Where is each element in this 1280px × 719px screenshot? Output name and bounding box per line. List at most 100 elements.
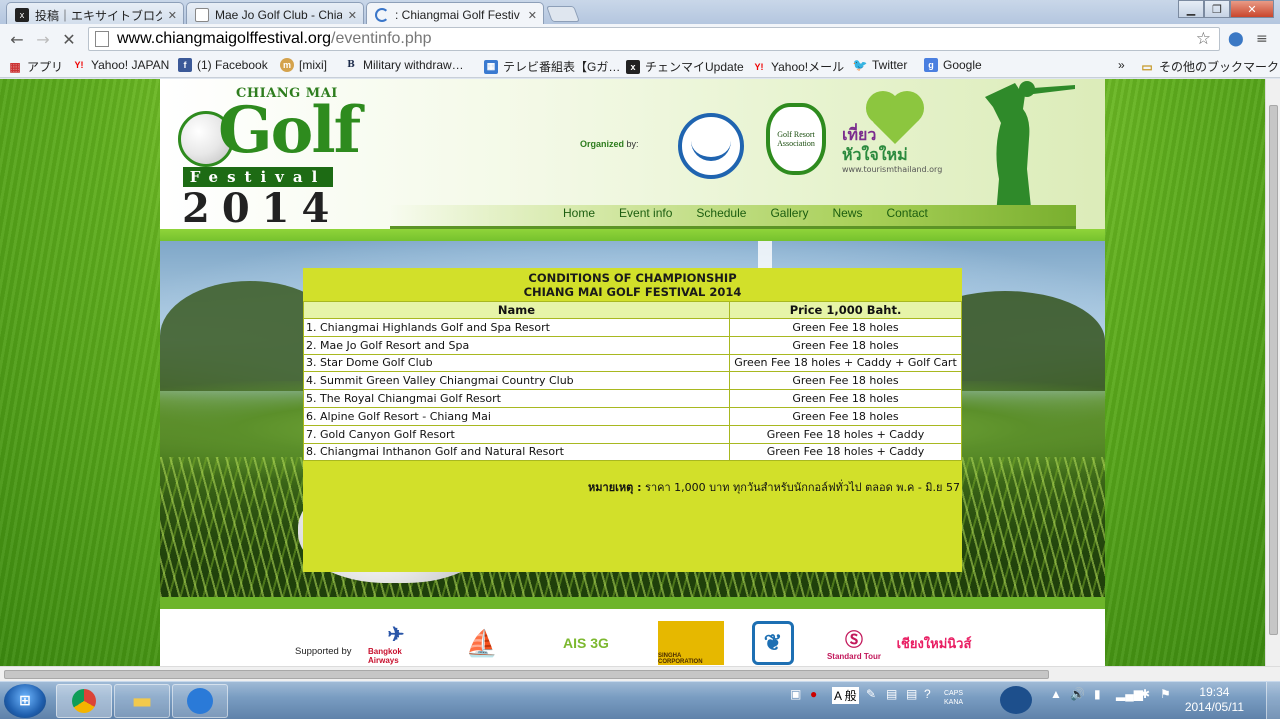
close-window-button[interactable]: ✕ — [1230, 0, 1274, 18]
sponsor-name: เชียงใหม่นิวส์ — [896, 635, 972, 651]
tab-mae-jo[interactable]: Mae Jo Golf Club - Chiang ✕ — [186, 2, 364, 24]
title-line: CHIANG MAI GOLF FESTIVAL 2014 — [523, 285, 742, 299]
tray-box-icon[interactable]: ▤ — [906, 687, 917, 701]
tray-arrow-icon[interactable]: ▲ — [1050, 687, 1062, 701]
horizontal-scrollbar[interactable] — [0, 666, 1280, 681]
loading-icon — [375, 8, 389, 22]
folder-icon: ▭ — [1141, 59, 1153, 74]
course-name: 7. Gold Canyon Golf Resort — [303, 424, 730, 444]
golf-resort-association-logo: Golf Resort Association — [766, 103, 826, 175]
sponsor-bangchak[interactable]: ❦ — [752, 621, 794, 665]
tray-ime-icon[interactable]: ▣ — [790, 687, 801, 701]
tab-excite-blog[interactable]: x 投稿｜エキサイトブログ ✕ — [6, 2, 184, 24]
ime-mode[interactable]: A 般 — [832, 687, 859, 704]
bookmark-label: その他のブックマーク — [1159, 60, 1280, 74]
new-tab-button[interactable] — [546, 6, 580, 22]
taskbar-app[interactable] — [172, 684, 228, 718]
caps-label: CAPS — [944, 690, 964, 697]
help-icon[interactable]: ? — [924, 687, 931, 701]
sponsor-ship[interactable]: ⛵ — [450, 621, 514, 665]
table-row: 2. Mae Jo Golf Resort and Spa Green Fee 1… — [303, 335, 962, 355]
course-price: Green Fee 18 holes + Caddy + Golf Cart — [729, 353, 962, 373]
bookmarks-overflow-icon[interactable]: » — [1118, 58, 1125, 72]
stop-icon[interactable]: ✕ — [58, 29, 80, 49]
bookmark-other[interactable]: ▭ その他のブックマーク — [1140, 58, 1279, 75]
minimize-button[interactable]: ▁ — [1178, 0, 1204, 18]
taskbar-chrome[interactable] — [56, 684, 112, 718]
bookmark-google[interactable]: g Google — [924, 58, 982, 72]
menu-icon[interactable]: ≡ — [1256, 31, 1268, 47]
close-icon[interactable]: ✕ — [528, 9, 537, 22]
temple-icon — [691, 131, 731, 161]
bookmark-facebook[interactable]: f (1) Facebook — [178, 58, 268, 72]
course-name: 1. Chiangmai Highlands Golf and Spa Reso… — [303, 318, 730, 337]
flag-icon[interactable]: ⚑ — [1160, 687, 1171, 701]
url-domain: www.chiangmaigolffestival.org — [117, 30, 332, 47]
clock-time: 19:34 — [1199, 685, 1230, 699]
bookmarks-bar: ▦ アプリ Y! Yahoo! JAPAN f (1) Facebook m [… — [0, 54, 1280, 78]
course-name: 4. Summit Green Valley Chiangmai Country… — [303, 371, 730, 391]
course-price: Green Fee 18 holes + Caddy — [729, 424, 962, 444]
vertical-scrollbar[interactable] — [1265, 79, 1280, 666]
app-icon — [187, 688, 213, 714]
network-icon[interactable]: ▂▄▆ — [1116, 687, 1143, 701]
tab-chiangmai-golf[interactable]: : Chiangmai Golf Festiv ✕ — [366, 2, 544, 24]
start-button[interactable]: ⊞ — [4, 684, 46, 718]
sponsor-chiangmai-news[interactable]: เชียงใหม่นิวส์ — [894, 621, 974, 665]
menu-contact[interactable]: Contact — [886, 206, 941, 220]
extension-icon[interactable]: ⬤ — [1228, 31, 1244, 47]
address-bar[interactable]: www.chiangmaigolffestival.org/eventinfo.… — [88, 27, 1220, 51]
maximize-button[interactable]: ❐ — [1204, 0, 1230, 18]
bookmark-yahoo-mail[interactable]: Y! Yahoo!メール — [752, 58, 845, 75]
scroll-thumb[interactable] — [4, 670, 1049, 679]
close-icon[interactable]: ✕ — [348, 9, 357, 22]
volume-icon[interactable]: 🔊 — [1070, 687, 1085, 701]
airline-icon: ✈ — [387, 623, 405, 646]
bookmark-twitter[interactable]: 🐦 Twitter — [853, 58, 908, 72]
logo-text: Golf — [218, 93, 361, 168]
close-icon[interactable]: ✕ — [168, 9, 177, 22]
festival-logo[interactable]: CHIANG MAI Golf Festival 2014 — [178, 81, 361, 232]
bookmark-military[interactable]: B Military withdraw… — [344, 58, 464, 72]
bookmark-mixi[interactable]: m [mixi] — [280, 58, 327, 72]
tray-tools-icon[interactable]: ✎ — [866, 687, 876, 701]
system-clock[interactable]: 19:34 2014/05/11 — [1185, 685, 1244, 715]
sailing-ship-icon: ⛵ — [465, 627, 499, 658]
power-icon[interactable]: ▮ — [1094, 687, 1101, 701]
note-label: หมายเหตุ : — [588, 481, 642, 494]
tray-app-icon[interactable] — [1000, 686, 1032, 714]
note-text: ราคา 1,000 บาท ทุกวันสำหรับนักกอล์ฟทั่วไ… — [645, 481, 960, 494]
organized-text: Organized — [580, 139, 625, 149]
forward-arrow-icon[interactable]: → — [32, 29, 54, 49]
yahoo-icon: Y! — [754, 61, 764, 72]
menu-news[interactable]: News — [832, 206, 876, 220]
sync-icon[interactable]: ✱ — [1140, 687, 1150, 701]
sponsor-bangkok-airways[interactable]: ✈ Bangkok Airways — [368, 621, 424, 665]
sponsor-name: Standard Tour — [826, 651, 882, 661]
google-icon: g — [924, 58, 938, 72]
sponsor-singha[interactable]: SINGHA CORPORATION — [658, 621, 724, 665]
caps-kana-indicator: CAPS KANA — [944, 689, 963, 707]
menu-event-info[interactable]: Event info — [619, 206, 686, 220]
sponsor-standard-tour[interactable]: Ⓢ Standard Tour — [824, 621, 884, 665]
conditions-title: CONDITIONS OF CHAMPIONSHIP CHIANG MAI GO… — [303, 268, 962, 301]
bookmark-star-icon[interactable]: ☆ — [1196, 29, 1211, 49]
back-arrow-icon[interactable]: ← — [6, 29, 28, 49]
tray-box-icon[interactable]: ▤ — [886, 687, 897, 701]
menu-schedule[interactable]: Schedule — [696, 206, 760, 220]
facebook-icon: f — [178, 58, 192, 72]
menu-home[interactable]: Home — [563, 206, 609, 220]
scroll-thumb[interactable] — [1269, 105, 1278, 635]
menu-gallery[interactable]: Gallery — [770, 206, 822, 220]
bookmark-chiangmai-update[interactable]: x チェンマイUpdate — [626, 58, 744, 75]
x-icon: x — [626, 59, 640, 74]
tray-red-icon[interactable]: ● — [810, 687, 817, 701]
bookmark-tv[interactable]: ▦ テレビ番組表【Gガ… — [484, 58, 620, 75]
table-row: 8. Chiangmai Inthanon Golf and Natural R… — [303, 442, 962, 462]
sponsor-ais[interactable]: AIS 3G — [540, 621, 632, 665]
bookmark-apps[interactable]: ▦ アプリ — [8, 58, 63, 75]
course-price: Green Fee 18 holes + Caddy — [729, 442, 962, 462]
taskbar-explorer[interactable]: ▬ — [114, 684, 170, 718]
show-desktop-button[interactable] — [1266, 682, 1280, 719]
bookmark-yahoo-japan[interactable]: Y! Yahoo! JAPAN — [72, 58, 170, 72]
